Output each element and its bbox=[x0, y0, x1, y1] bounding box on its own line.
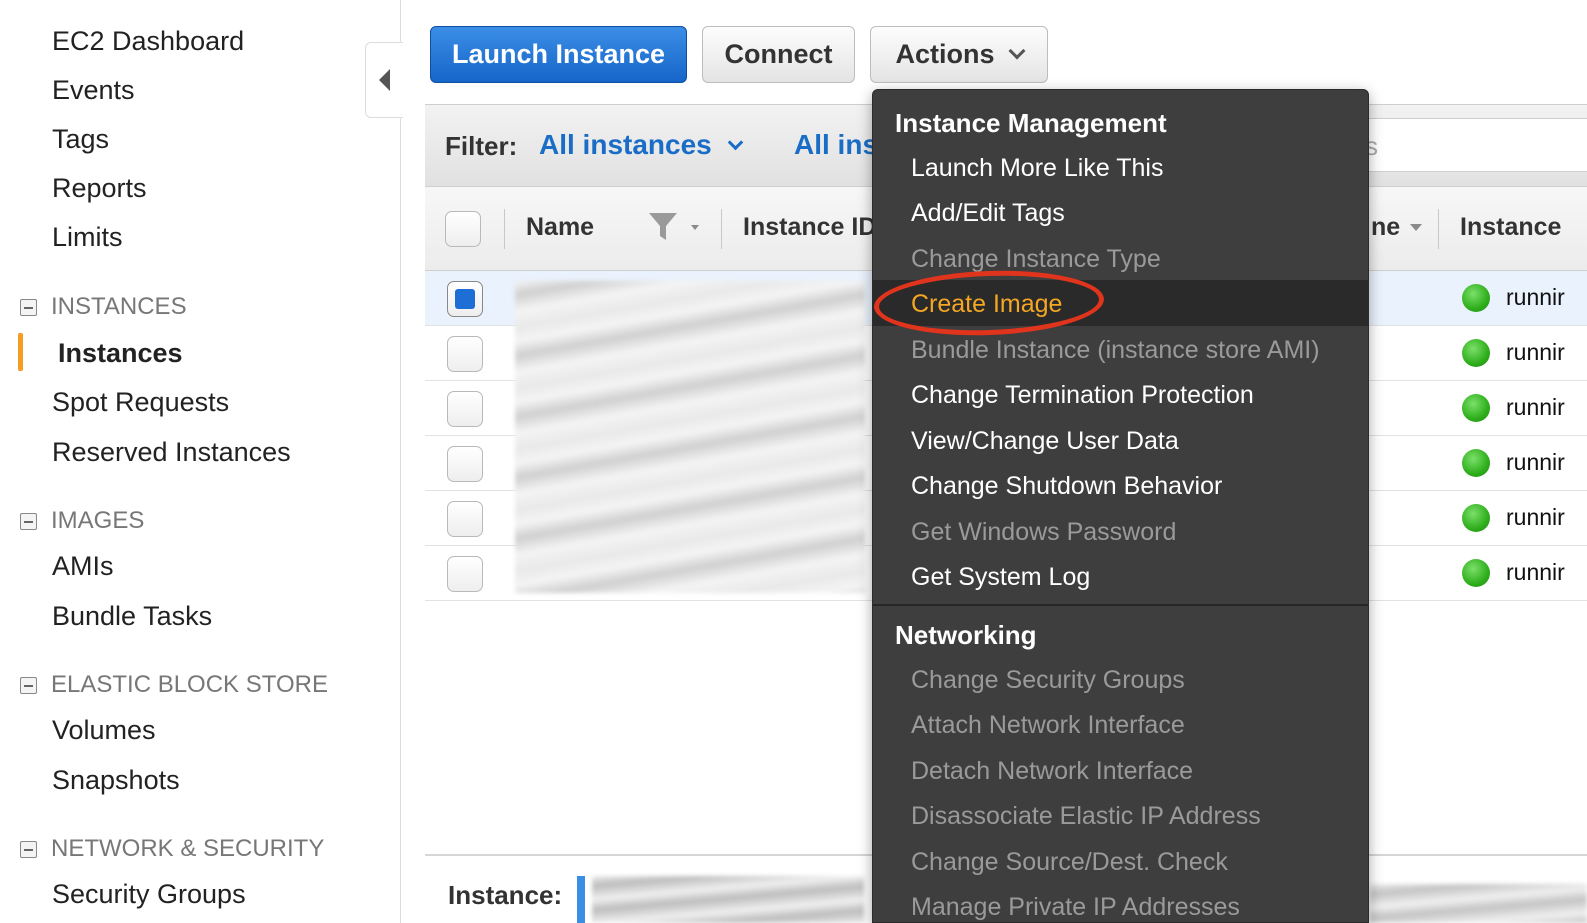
active-indicator bbox=[18, 333, 23, 371]
section-title: ELASTIC BLOCK STORE bbox=[51, 671, 328, 698]
connect-button[interactable]: Connect bbox=[702, 26, 855, 83]
nav-reports[interactable]: Reports bbox=[52, 173, 147, 204]
menu-item-change-termination-protection[interactable]: Change Termination Protection bbox=[911, 381, 1254, 410]
menu-item-manage-private-ip: Manage Private IP Addresses bbox=[911, 893, 1240, 921]
row-checkbox[interactable] bbox=[447, 501, 483, 537]
status-text: runnir bbox=[1506, 394, 1565, 420]
column-divider bbox=[1438, 209, 1439, 249]
menu-item-launch-more-like-this[interactable]: Launch More Like This bbox=[911, 154, 1163, 183]
menu-item-view-change-user-data[interactable]: View/Change User Data bbox=[911, 427, 1179, 456]
menu-item-change-source-dest-check: Change Source/Dest. Check bbox=[911, 848, 1228, 876]
running-status-icon bbox=[1462, 394, 1490, 422]
instance-color-marker bbox=[577, 876, 585, 923]
running-status-icon bbox=[1462, 339, 1490, 367]
menu-divider bbox=[873, 604, 1368, 606]
menu-item-get-windows-password: Get Windows Password bbox=[911, 518, 1177, 546]
details-instance-label: Instance: bbox=[448, 880, 563, 910]
redacted-details bbox=[1370, 884, 1587, 923]
section-title: IMAGES bbox=[51, 507, 145, 534]
redacted-instance-id bbox=[592, 876, 864, 923]
menu-item-add-edit-tags[interactable]: Add/Edit Tags bbox=[911, 199, 1065, 228]
row-checkbox[interactable] bbox=[447, 391, 483, 427]
instance-filter-value: All instances bbox=[539, 129, 712, 160]
sidebar-collapse-button[interactable] bbox=[365, 42, 403, 118]
row-checkbox[interactable] bbox=[447, 556, 483, 592]
section-images[interactable]: IMAGES bbox=[20, 506, 144, 536]
column-instance-state[interactable]: Instance bbox=[1460, 213, 1561, 242]
menu-item-detach-network-interface: Detach Network Interface bbox=[911, 757, 1194, 785]
row-checkbox[interactable] bbox=[447, 281, 483, 317]
section-ebs[interactable]: ELASTIC BLOCK STORE bbox=[20, 670, 328, 700]
row-checkbox[interactable] bbox=[447, 336, 483, 372]
menu-item-attach-network-interface: Attach Network Interface bbox=[911, 711, 1185, 739]
status-text: runnir bbox=[1506, 449, 1565, 475]
redacted-instance-names bbox=[515, 281, 865, 593]
collapse-icon[interactable] bbox=[20, 512, 37, 530]
nav-instances[interactable]: Instances bbox=[58, 338, 183, 369]
nav-ec2-dashboard[interactable]: EC2 Dashboard bbox=[52, 26, 244, 57]
status-text: runnir bbox=[1506, 559, 1565, 585]
menu-item-get-system-log[interactable]: Get System Log bbox=[911, 563, 1090, 592]
section-instances[interactable]: INSTANCES bbox=[20, 292, 187, 322]
column-instance-id[interactable]: Instance ID bbox=[743, 213, 876, 242]
running-status-icon bbox=[1462, 559, 1490, 587]
sort-down-icon[interactable] bbox=[1409, 223, 1425, 233]
column-zone[interactable]: ne bbox=[1371, 213, 1400, 242]
running-status-icon bbox=[1462, 284, 1490, 312]
status-text: runnir bbox=[1506, 504, 1565, 530]
nav-snapshots[interactable]: Snapshots bbox=[52, 765, 180, 796]
chevron-down-icon bbox=[1008, 42, 1025, 59]
menu-item-change-instance-type: Change Instance Type bbox=[911, 245, 1161, 273]
column-divider bbox=[504, 209, 505, 249]
section-network-security[interactable]: NETWORK & SECURITY bbox=[20, 834, 324, 864]
nav-limits[interactable]: Limits bbox=[52, 222, 123, 253]
status-text: runnir bbox=[1506, 339, 1565, 365]
nav-bundle-tasks[interactable]: Bundle Tasks bbox=[52, 601, 212, 632]
menu-group-instance-management: Instance Management bbox=[895, 108, 1167, 138]
select-all-checkbox[interactable] bbox=[445, 211, 481, 247]
row-checkbox[interactable] bbox=[447, 446, 483, 482]
menu-item-disassociate-elastic-ip: Disassociate Elastic IP Address bbox=[911, 802, 1261, 830]
sidebar: EC2 Dashboard Events Tags Reports Limits… bbox=[0, 0, 401, 923]
section-title: NETWORK & SECURITY bbox=[51, 835, 325, 862]
column-name[interactable]: Name bbox=[526, 213, 594, 242]
nav-reserved-instances[interactable]: Reserved Instances bbox=[52, 437, 291, 468]
menu-item-change-security-groups: Change Security Groups bbox=[911, 666, 1185, 694]
collapse-icon[interactable] bbox=[20, 840, 37, 858]
actions-menu: Instance Management Launch More Like Thi… bbox=[872, 89, 1369, 923]
chevron-down-icon bbox=[727, 134, 744, 151]
running-status-icon bbox=[1462, 504, 1490, 532]
collapse-icon[interactable] bbox=[20, 676, 37, 694]
nav-security-groups[interactable]: Security Groups bbox=[52, 879, 246, 910]
type-filter-dropdown[interactable]: All ins bbox=[794, 129, 878, 161]
instance-filter-dropdown[interactable]: All instances bbox=[539, 129, 744, 161]
section-title: INSTANCES bbox=[51, 293, 187, 320]
collapse-icon[interactable] bbox=[20, 298, 37, 316]
column-divider bbox=[721, 209, 722, 249]
menu-item-bundle-instance: Bundle Instance (instance store AMI) bbox=[911, 336, 1320, 364]
nav-events[interactable]: Events bbox=[52, 75, 135, 106]
filter-label: Filter: bbox=[445, 131, 518, 161]
nav-amis[interactable]: AMIs bbox=[52, 551, 114, 582]
nav-volumes[interactable]: Volumes bbox=[52, 715, 156, 746]
filter-funnel-icon[interactable] bbox=[647, 209, 707, 245]
running-status-icon bbox=[1462, 449, 1490, 477]
nav-spot-requests[interactable]: Spot Requests bbox=[52, 387, 229, 418]
menu-group-networking: Networking bbox=[895, 620, 1037, 650]
actions-label: Actions bbox=[895, 39, 995, 69]
nav-tags[interactable]: Tags bbox=[52, 124, 109, 155]
menu-item-change-shutdown-behavior[interactable]: Change Shutdown Behavior bbox=[911, 472, 1222, 501]
launch-instance-button[interactable]: Launch Instance bbox=[430, 26, 687, 83]
chevron-left-icon bbox=[379, 69, 390, 91]
actions-button[interactable]: Actions bbox=[870, 26, 1048, 83]
status-text: runnir bbox=[1506, 284, 1565, 310]
